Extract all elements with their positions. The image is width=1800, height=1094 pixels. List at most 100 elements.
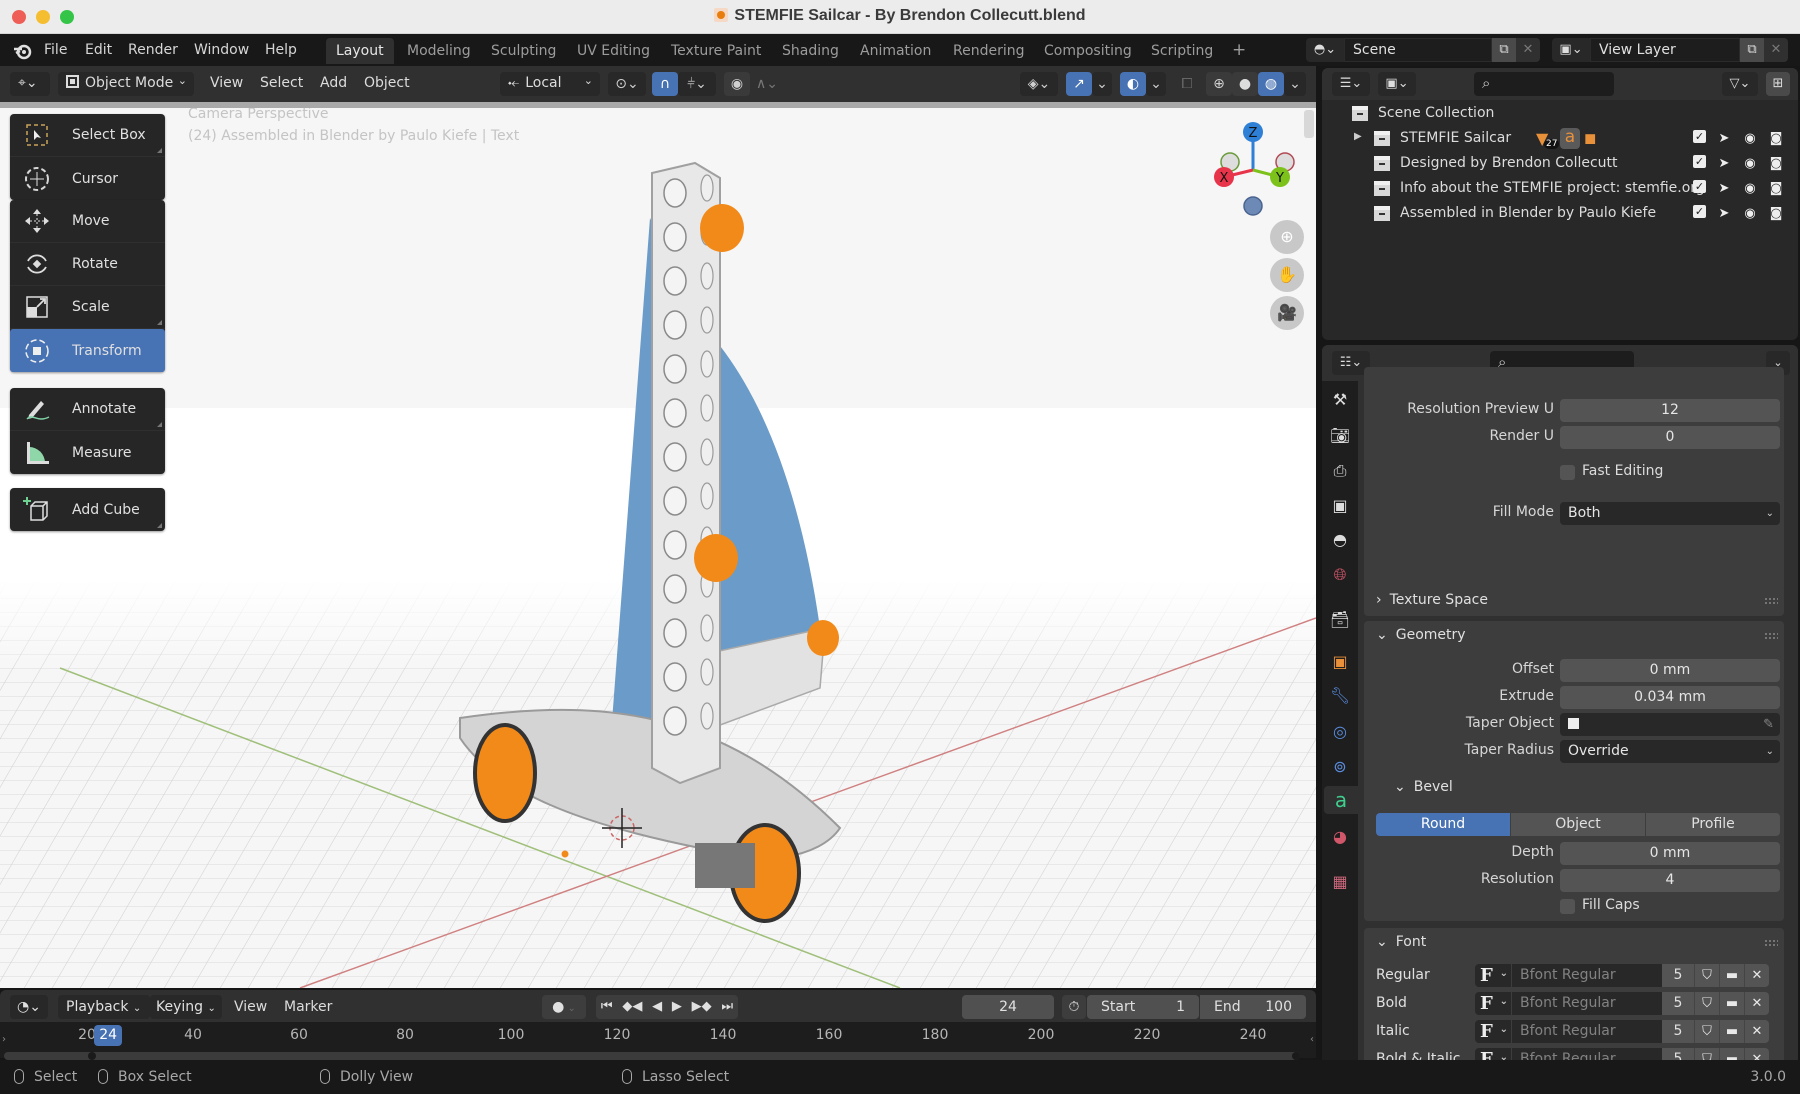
offset-field[interactable]: 0 mm xyxy=(1560,659,1780,682)
bevel-resolution-field[interactable]: 4 xyxy=(1560,869,1780,892)
selectable-pointer-icon[interactable]: ➤ xyxy=(1716,205,1732,221)
tab-particles[interactable]: ◎ xyxy=(1326,717,1354,745)
fake-user-shield-icon[interactable]: ⛉ xyxy=(1694,1020,1719,1043)
current-frame-field[interactable]: 24 xyxy=(962,995,1054,1019)
tool-add-cube[interactable]: Add Cube xyxy=(10,488,165,531)
view-layer-browse-button[interactable]: ▣⌄ xyxy=(1552,38,1590,62)
workspace-tab-rendering[interactable]: Rendering xyxy=(943,38,1035,64)
drag-grip-icon[interactable] xyxy=(1764,632,1778,640)
unlink-scene-button[interactable]: ✕ xyxy=(1516,38,1540,62)
menu-edit[interactable]: Edit xyxy=(85,42,112,58)
timeline-view-menu[interactable]: View xyxy=(234,999,267,1015)
workspace-tab-animation[interactable]: Animation xyxy=(850,38,941,64)
view-layer-name-field[interactable]: View Layer xyxy=(1590,38,1740,62)
bevel-subpanel-header[interactable]: ⌄ Bevel xyxy=(1394,779,1453,795)
tool-annotate[interactable]: Annotate xyxy=(10,388,165,431)
selectable-pointer-icon[interactable]: ➤ xyxy=(1716,155,1732,171)
render-u-field[interactable]: 0 xyxy=(1560,426,1780,449)
tab-modifiers[interactable]: 🔧︎ xyxy=(1326,681,1354,709)
drag-grip-icon[interactable] xyxy=(1764,939,1778,947)
bevel-mode-profile[interactable]: Profile xyxy=(1646,813,1780,836)
extrude-field[interactable]: 0.034 mm xyxy=(1560,686,1780,709)
selectable-pointer-icon[interactable]: ➤ xyxy=(1716,180,1732,196)
scrollbar-handle-right[interactable] xyxy=(1292,1052,1300,1060)
mode-selector[interactable]: Object Mode ⌄ xyxy=(58,72,194,96)
auto-keying-toggle[interactable]: ● ⌄ xyxy=(542,995,586,1019)
panel-header[interactable]: ⌄ Font xyxy=(1376,934,1426,950)
filter-button[interactable]: ▽⌄ xyxy=(1722,72,1758,96)
font-users-count[interactable]: 5 xyxy=(1662,992,1694,1015)
use-preview-range-toggle[interactable]: ⏱ xyxy=(1062,995,1086,1019)
panel-header[interactable]: ⌄ Geometry xyxy=(1376,627,1466,643)
jump-to-start-icon[interactable]: ⏮ xyxy=(601,995,613,1019)
tab-object[interactable]: ▣ xyxy=(1326,647,1354,675)
taper-object-field[interactable]: ✎ xyxy=(1560,713,1780,736)
menu-file[interactable]: File xyxy=(44,42,67,58)
unlink-x-icon[interactable]: ✕ xyxy=(1744,964,1769,987)
menu-render[interactable]: Render xyxy=(128,42,178,58)
tab-world[interactable]: 🌐︎ xyxy=(1326,561,1354,589)
tool-rotate[interactable]: Rotate xyxy=(10,243,165,286)
exclude-checkbox[interactable]: ✓ xyxy=(1693,205,1706,218)
workspace-tab-shading[interactable]: Shading xyxy=(772,38,849,64)
exclude-checkbox[interactable]: ✓ xyxy=(1693,155,1706,168)
workspace-tab-sculpting[interactable]: Sculpting xyxy=(481,38,566,64)
render-camera-icon[interactable]: ◙ xyxy=(1768,180,1784,196)
pivot-point-button[interactable]: ⊙⌄ xyxy=(608,72,646,96)
panel-texture-space[interactable]: › Texture Space xyxy=(1364,586,1784,616)
gizmo-toggle[interactable]: ↗ xyxy=(1066,72,1092,96)
resolution-preview-u-field[interactable]: 12 xyxy=(1560,399,1780,422)
eyedropper-icon[interactable]: ✎ xyxy=(1763,713,1774,736)
font-name-field[interactable]: Bfont Regular xyxy=(1512,964,1662,987)
tab-output[interactable]: ⎙ xyxy=(1326,457,1354,485)
exclude-checkbox[interactable]: ✓ xyxy=(1693,180,1706,193)
editor-type-button[interactable]: ⌖⌄ xyxy=(10,72,50,96)
tool-transform[interactable]: Transform xyxy=(10,329,165,372)
snap-target-button[interactable]: ⫩⌄ xyxy=(678,72,716,96)
selectable-pointer-icon[interactable]: ➤ xyxy=(1716,130,1732,146)
new-view-layer-button[interactable]: ⧉ xyxy=(1740,38,1764,62)
outliner-row-scene-collection[interactable]: Scene Collection xyxy=(1322,102,1798,126)
timeline-editor-type-button[interactable]: ◔⌄ xyxy=(10,995,48,1019)
snap-toggle[interactable]: ∩ xyxy=(652,72,678,96)
tool-measure[interactable]: Measure xyxy=(10,431,165,474)
shading-wireframe-button[interactable]: ⊕ xyxy=(1206,72,1232,96)
bevel-mode-round[interactable]: Round xyxy=(1376,813,1510,836)
blender-logo-icon[interactable] xyxy=(12,41,32,61)
render-camera-icon[interactable]: ◙ xyxy=(1768,155,1784,171)
remove-view-layer-button[interactable]: ✕ xyxy=(1764,38,1788,62)
tool-select-box[interactable]: Select Box xyxy=(10,114,165,157)
fake-user-shield-icon[interactable]: ⛉ xyxy=(1694,964,1719,987)
outliner-editor-type-button[interactable]: ☰⌄ xyxy=(1332,72,1370,96)
tab-view-layer[interactable]: ▣ xyxy=(1326,491,1354,519)
outliner-row[interactable]: Info about the STEMFIE project: stemfie.… xyxy=(1322,177,1798,201)
timeline-marker-menu[interactable]: Marker xyxy=(284,999,332,1015)
render-camera-icon[interactable]: ◙ xyxy=(1768,205,1784,221)
drag-grip-icon[interactable] xyxy=(1764,597,1778,605)
pan-view-button[interactable]: ✋ xyxy=(1270,258,1304,292)
menu-help[interactable]: Help xyxy=(265,42,297,58)
workspace-tab-modeling[interactable]: Modeling xyxy=(397,38,481,64)
start-frame-field[interactable]: Start 1 xyxy=(1087,995,1199,1019)
open-folder-icon[interactable]: ▬ xyxy=(1719,964,1744,987)
play-icon[interactable]: ▶ xyxy=(672,995,682,1019)
tab-collection[interactable]: 🗃︎ xyxy=(1326,605,1354,633)
zoom-view-button[interactable]: ⊕ xyxy=(1270,220,1304,254)
eye-icon[interactable]: ◉ xyxy=(1742,155,1758,171)
xray-toggle[interactable]: ⧠ xyxy=(1174,72,1200,96)
jump-to-end-icon[interactable]: ⏭ xyxy=(721,995,733,1019)
bevel-depth-field[interactable]: 0 mm xyxy=(1560,842,1780,865)
previous-keyframe-icon[interactable]: ◆◀ xyxy=(622,995,642,1019)
outliner-row[interactable]: ▶ STEMFIE Sailcar ▼ 27 a ◼ ✓ ➤ ◉ ◙ xyxy=(1322,127,1798,151)
end-frame-field[interactable]: End 100 xyxy=(1200,995,1306,1019)
tab-texture[interactable]: ▦ xyxy=(1326,867,1354,895)
font-name-field[interactable]: Bfont Regular xyxy=(1512,992,1662,1015)
workspace-tab-texture-paint[interactable]: Texture Paint xyxy=(661,38,771,64)
font-users-count[interactable]: 5 xyxy=(1662,964,1694,987)
overlays-toggle[interactable]: ◐ xyxy=(1120,72,1146,96)
menu-view[interactable]: View xyxy=(210,75,243,91)
tab-physics[interactable]: ⊚ xyxy=(1326,752,1354,780)
menu-select[interactable]: Select xyxy=(260,75,303,91)
open-folder-icon[interactable]: ▬ xyxy=(1719,1020,1744,1043)
expand-triangle-icon[interactable]: ▶ xyxy=(1354,131,1362,142)
